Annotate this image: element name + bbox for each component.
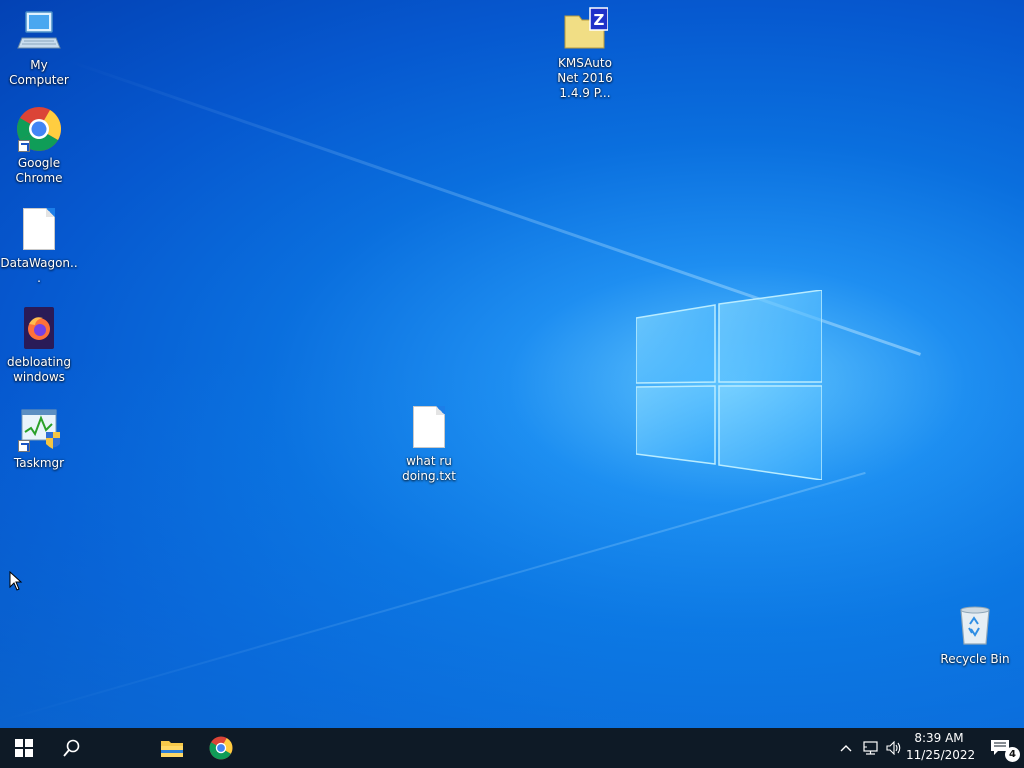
desktop-icon-label: Taskmgr <box>13 456 65 470</box>
chrome-icon <box>16 106 62 152</box>
kms-letter: Z <box>594 11 605 29</box>
clock-time: 8:39 AM <box>914 731 964 745</box>
wallpaper <box>0 0 1024 728</box>
desktop-icon-debloating-windows[interactable]: debloating windows <box>0 305 78 385</box>
desktop-icon-recycle-bin[interactable]: Recycle Bin <box>936 602 1014 667</box>
firefox-document-icon <box>16 305 62 351</box>
file-explorer-icon <box>161 741 183 757</box>
mouse-cursor-icon <box>9 571 23 591</box>
desktop-icon-kmsauto[interactable]: Z KMSAuto Net 2016 1.4.9 P... <box>546 6 624 101</box>
desktop-icon-label: KMSAuto Net 2016 1.4.9 P... <box>557 56 613 100</box>
desktop-icon-taskmgr[interactable]: Taskmgr <box>0 406 78 471</box>
tray-network[interactable] <box>860 728 882 768</box>
windows-wallpaper-logo <box>636 290 822 480</box>
wallpaper-glow <box>0 360 1024 728</box>
taskbar-file-explorer[interactable] <box>148 728 196 768</box>
zip-archive-icon: Z <box>562 6 609 52</box>
speaker-icon <box>886 741 901 755</box>
chrome-icon <box>209 736 233 760</box>
task-manager-icon <box>16 406 62 452</box>
desktop-icon-my-computer[interactable]: My Computer <box>0 8 78 88</box>
tray-volume[interactable] <box>884 728 904 768</box>
search-button[interactable] <box>48 728 96 768</box>
search-icon <box>63 739 80 757</box>
blank-file-icon <box>16 206 62 252</box>
clock-date: 11/25/2022 <box>906 748 976 762</box>
network-icon <box>863 741 878 755</box>
wallpaper-light-ray <box>0 471 866 722</box>
computer-icon <box>16 8 62 54</box>
desktop-icon-label: DataWagon... <box>0 256 78 285</box>
shortcut-arrow-icon <box>18 440 30 452</box>
notification-count-badge: 4 <box>1005 747 1020 762</box>
tray-overflow-chevron[interactable] <box>836 728 856 768</box>
action-center-button[interactable]: 4 <box>978 728 1022 768</box>
chevron-up-icon <box>840 745 852 752</box>
tray-clock[interactable]: 8:39 AM 11/25/2022 <box>906 730 976 766</box>
text-file-icon <box>406 404 452 450</box>
desktop-icon-google-chrome[interactable]: Google Chrome <box>0 106 78 186</box>
desktop-icon-label: Google Chrome <box>15 156 63 185</box>
desktop-icon-label: what ru doing.txt <box>402 454 456 483</box>
desktop-icon-label: debloating windows <box>7 355 71 384</box>
desktop-icon-datawagon[interactable]: DataWagon... <box>0 206 78 286</box>
taskbar-chrome[interactable] <box>197 728 245 768</box>
start-button[interactable] <box>0 728 48 768</box>
windows-start-icon <box>15 739 33 757</box>
shortcut-arrow-icon <box>18 140 30 152</box>
desktop-icon-label: My Computer <box>9 58 69 87</box>
recycle-bin-icon <box>952 602 998 648</box>
taskbar: 8:39 AM 11/25/2022 4 <box>0 728 1024 768</box>
desktop-icon-what-ru-doing[interactable]: what ru doing.txt <box>390 404 468 484</box>
desktop-icon-label: Recycle Bin <box>940 652 1010 666</box>
